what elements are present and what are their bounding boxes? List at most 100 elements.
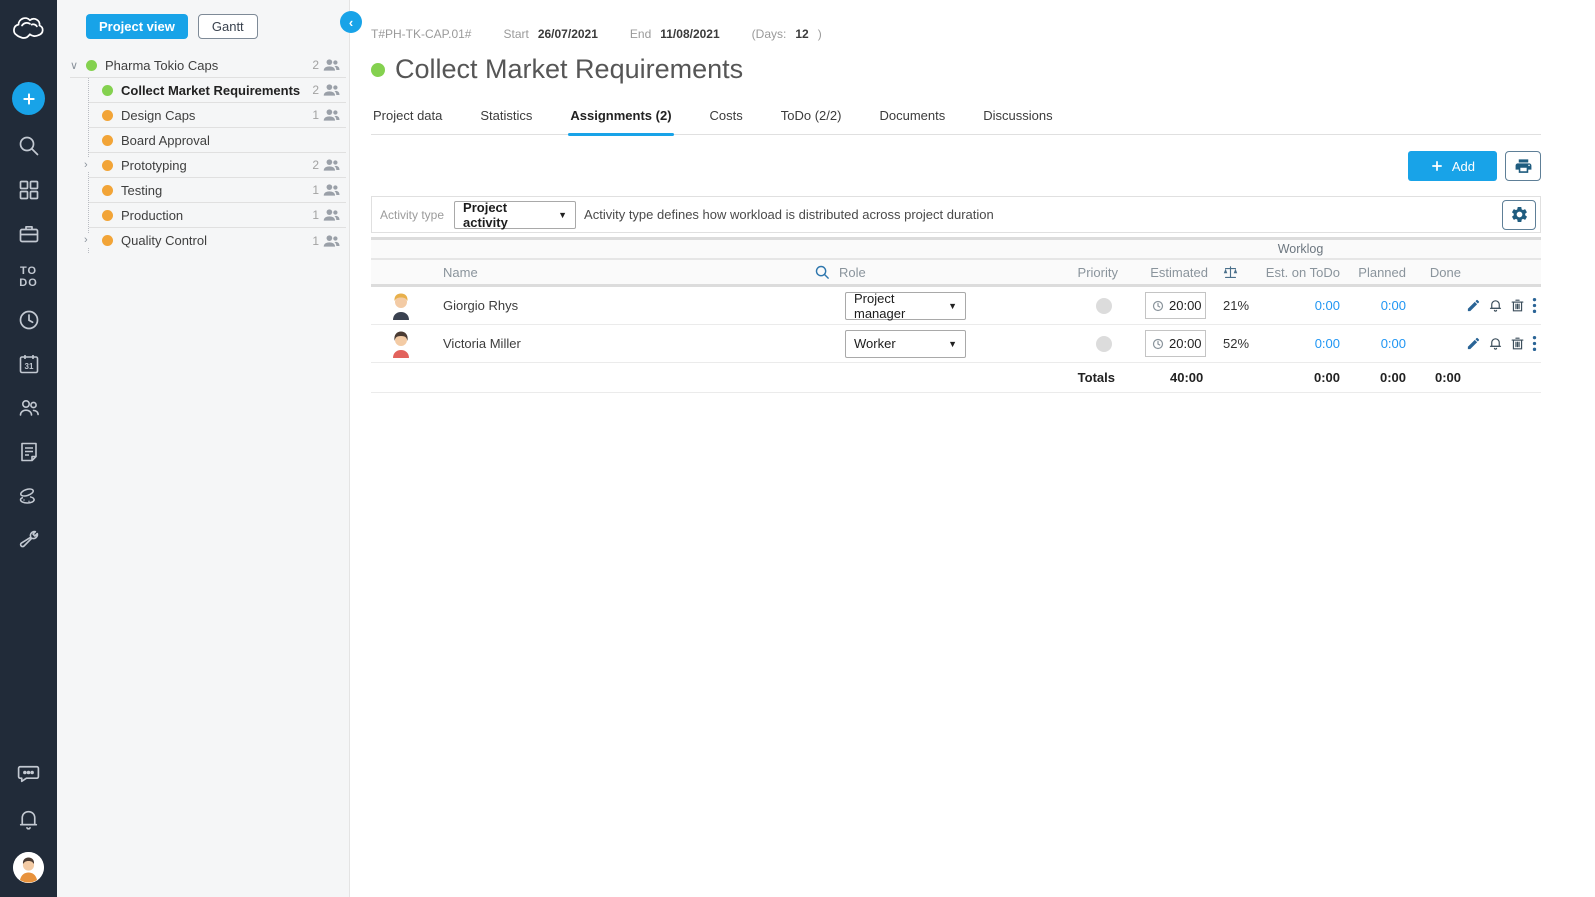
estimated-input[interactable]: 20:00 [1145, 330, 1206, 357]
start-label: Start [503, 27, 528, 41]
column-header-role: Role [839, 265, 866, 280]
project-tree-panel: Project view Gantt ∨ Pharma Tokio Caps 2… [57, 0, 350, 897]
settings-button[interactable] [1502, 200, 1536, 230]
planned-value[interactable]: 0:00 [1340, 336, 1406, 351]
tab-discussions[interactable]: Discussions [981, 102, 1054, 134]
days-value: 12 [795, 27, 808, 41]
project-view-button[interactable]: Project view [86, 14, 188, 39]
totals-row: Totals 40:00 0:00 0:00 0:00 [371, 363, 1541, 393]
activity-type-help: Activity type defines how workload is di… [584, 207, 994, 222]
app-logo-icon[interactable] [8, 7, 50, 56]
people-count-icon [323, 108, 340, 122]
column-header-est-on-todo: Est. on ToDo [1261, 265, 1340, 280]
chevron-right-icon[interactable]: › [84, 233, 94, 247]
admin-wrench-icon[interactable] [16, 527, 42, 553]
tab-todo[interactable]: ToDo (2/2) [779, 102, 844, 134]
app-window: TO DO 31 Project view [0, 0, 1595, 897]
totals-label: Totals [1040, 370, 1118, 385]
end-label: End [630, 27, 651, 41]
chevron-down-icon: ▼ [948, 339, 957, 349]
est-on-todo-value[interactable]: 0:00 [1261, 298, 1340, 313]
assignee-avatar[interactable] [389, 291, 413, 321]
chevron-right-icon[interactable]: › [84, 158, 94, 172]
column-header-name: Name [431, 265, 810, 280]
tree-item[interactable]: Production 1 [89, 203, 346, 228]
totals-estimated: 40:00 [1118, 370, 1261, 385]
tab-assignments[interactable]: Assignments (2) [568, 102, 673, 134]
edit-icon[interactable] [1466, 336, 1481, 351]
tree-item-root[interactable]: ∨ Pharma Tokio Caps 2 [70, 53, 346, 78]
tree-item[interactable]: Design Caps 1 [89, 103, 346, 128]
print-button[interactable] [1505, 151, 1541, 181]
workload-balance-icon[interactable] [1222, 265, 1239, 280]
tree-item[interactable]: Board Approval [89, 128, 346, 153]
role-select[interactable]: Project manager ▼ [845, 292, 966, 320]
days-label: (Days: [752, 27, 787, 41]
tab-statistics[interactable]: Statistics [478, 102, 534, 134]
tab-project-data[interactable]: Project data [371, 102, 444, 134]
planned-value[interactable]: 0:00 [1340, 298, 1406, 313]
tree-item[interactable]: › Prototyping 2 [89, 153, 346, 178]
trash-icon[interactable] [1510, 336, 1525, 351]
column-header-planned: Planned [1340, 265, 1406, 280]
edit-icon[interactable] [1466, 298, 1481, 313]
priority-indicator[interactable] [1096, 298, 1112, 314]
activity-type-bar: Activity type Project activity ▼ Activit… [371, 196, 1541, 233]
documents-icon[interactable] [16, 439, 42, 465]
notifications-bell-icon[interactable] [16, 806, 42, 832]
task-code: T#PH-TK-CAP.01# [371, 27, 471, 41]
start-date: 26/07/2021 [538, 27, 598, 41]
resources-people-icon[interactable] [16, 395, 42, 421]
trash-icon[interactable] [1510, 298, 1525, 313]
collapse-panel-button[interactable]: ‹ [340, 11, 362, 33]
priority-indicator[interactable] [1096, 336, 1112, 352]
notify-bell-icon[interactable] [1488, 336, 1503, 351]
search-icon[interactable] [16, 133, 42, 159]
totals-est-on-todo: 0:00 [1261, 370, 1340, 385]
people-count-icon [323, 83, 340, 97]
tab-costs[interactable]: Costs [708, 102, 745, 134]
tab-documents[interactable]: Documents [877, 102, 947, 134]
user-avatar[interactable] [13, 852, 44, 883]
projects-briefcase-icon[interactable] [16, 221, 42, 247]
tree-item[interactable]: › Quality Control 1 [89, 228, 346, 253]
add-assignment-button[interactable]: Add [1408, 151, 1497, 181]
chat-icon[interactable] [16, 760, 42, 786]
plus-icon [1430, 159, 1444, 173]
assignment-row: Giorgio Rhys Project manager ▼ 20:00 [371, 287, 1541, 325]
role-select[interactable]: Worker ▼ [845, 330, 966, 358]
kebab-menu-icon[interactable] [1532, 297, 1537, 314]
status-dot-green [86, 60, 97, 71]
svg-text:31: 31 [24, 362, 33, 371]
column-header-done: Done [1406, 265, 1461, 280]
tab-bar: Project data Statistics Assignments (2) … [371, 102, 1541, 135]
activity-type-select[interactable]: Project activity ▼ [454, 201, 576, 229]
tree-children: Collect Market Requirements 2 Design Cap… [88, 78, 346, 253]
tree-item[interactable]: Testing 1 [89, 178, 346, 203]
todo-nav-item[interactable]: TO DO [16, 265, 42, 289]
icon-rail: TO DO 31 [0, 0, 57, 897]
gear-icon [1510, 205, 1529, 224]
assignee-avatar[interactable] [389, 329, 413, 359]
estimated-input[interactable]: 20:00 [1145, 292, 1206, 319]
kebab-menu-icon[interactable] [1532, 335, 1537, 352]
chevron-down-icon[interactable]: ∨ [70, 59, 86, 72]
est-on-todo-value[interactable]: 0:00 [1261, 336, 1340, 351]
workload-percent: 52% [1223, 336, 1249, 351]
notify-bell-icon[interactable] [1488, 298, 1503, 313]
add-new-button[interactable] [12, 82, 45, 115]
activity-type-label: Activity type [380, 208, 444, 222]
assignee-name: Giorgio Rhys [431, 298, 810, 313]
tree-item[interactable]: Collect Market Requirements 2 [89, 78, 346, 103]
search-icon[interactable] [814, 264, 831, 281]
assignments-table: Worklog Name Role Priority Estimated Est… [371, 237, 1541, 393]
dashboard-icon[interactable] [16, 177, 42, 203]
people-count-icon [323, 58, 340, 72]
page-title: Collect Market Requirements [395, 54, 743, 85]
worklog-clock-icon[interactable] [16, 307, 42, 333]
assignment-row: Victoria Miller Worker ▼ 20:00 52 [371, 325, 1541, 363]
gantt-button[interactable]: Gantt [198, 14, 258, 39]
people-count-icon [323, 208, 340, 222]
calendar-icon[interactable]: 31 [16, 351, 42, 377]
costs-coins-icon[interactable] [16, 483, 42, 509]
